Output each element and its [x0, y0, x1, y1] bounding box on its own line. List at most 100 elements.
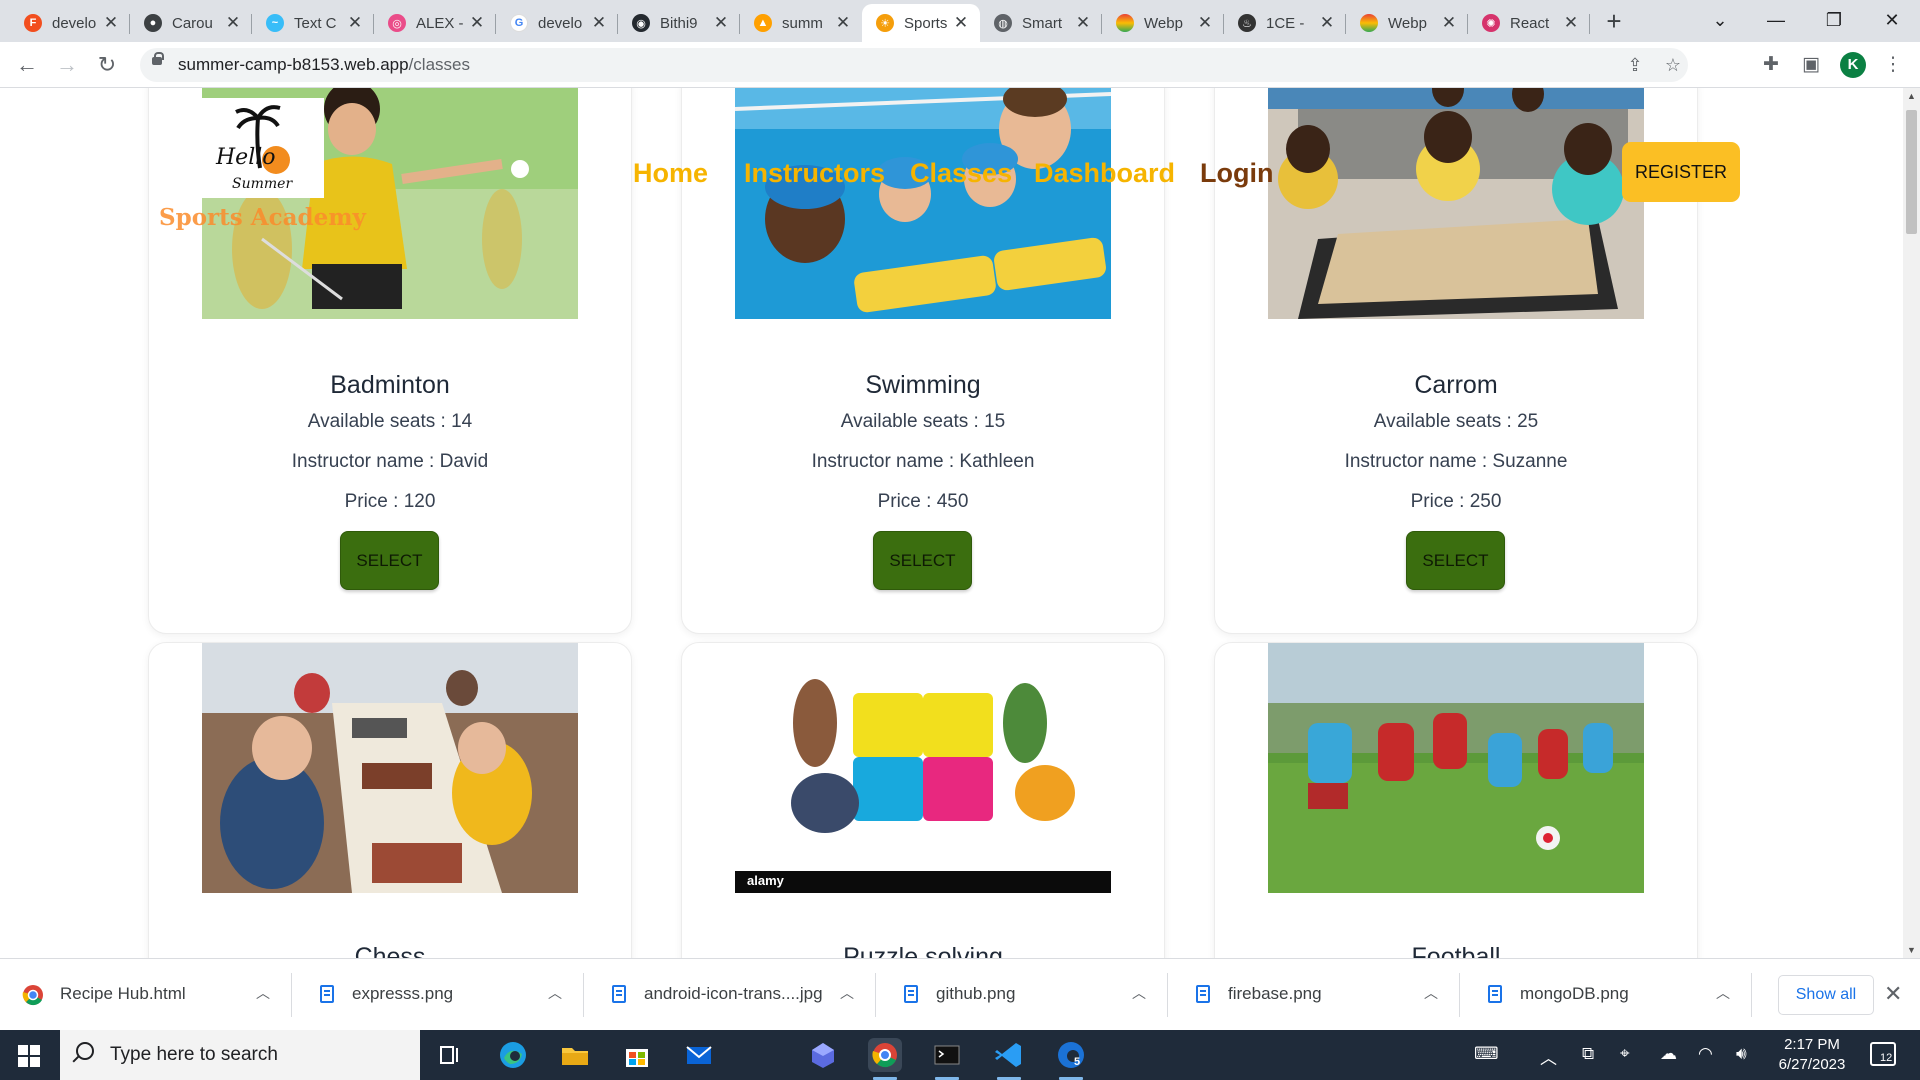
show-all-button[interactable]: Show all — [1778, 975, 1874, 1015]
browser-tab[interactable]: ♨ 1CE - ✕ — [1224, 4, 1346, 42]
nav-instructors[interactable]: Instructors — [744, 158, 885, 189]
chevron-up-icon[interactable]: ︿ — [548, 983, 562, 1003]
windows-start-icon[interactable] — [18, 1045, 40, 1067]
lock-icon[interactable] — [152, 52, 164, 65]
nav-home[interactable]: Home — [633, 158, 708, 189]
device-icon[interactable]: ⧉ — [1582, 1044, 1594, 1064]
vscode-icon[interactable] — [992, 1038, 1026, 1080]
scroll-down-arrow-icon[interactable]: ▼ — [1903, 942, 1920, 958]
page-scrollbar[interactable]: ▲ ▼ — [1903, 88, 1920, 958]
system-clock[interactable]: 2:17 PM 6/27/2023 — [1772, 1035, 1852, 1075]
chevron-up-icon[interactable]: ︿ — [256, 983, 270, 1003]
browser-tab[interactable]: ◉ Bithi9 ✕ — [618, 4, 740, 42]
terminal-icon[interactable] — [930, 1038, 964, 1080]
edge-dev-icon[interactable]: 5 — [1054, 1038, 1088, 1080]
select-button[interactable]: SELECT — [340, 531, 439, 590]
tab-title: Webp — [1388, 14, 1427, 32]
keyboard-icon[interactable]: ⌨ — [1474, 1044, 1499, 1064]
register-button[interactable]: REGISTER — [1622, 142, 1740, 202]
select-button[interactable]: SELECT — [1406, 531, 1505, 590]
close-icon[interactable]: ✕ — [1562, 13, 1580, 33]
volume-icon[interactable]: 🔊︎ — [1736, 1044, 1747, 1064]
nav-login[interactable]: Login — [1200, 158, 1273, 189]
nav-dashboard[interactable]: Dashboard — [1034, 158, 1175, 189]
class-card: Chess — [148, 642, 632, 958]
taskbar-search-box[interactable]: Type here to search — [60, 1030, 420, 1080]
file-explorer-icon[interactable] — [558, 1038, 592, 1072]
mail-icon[interactable] — [682, 1038, 716, 1072]
close-icon[interactable]: ✕ — [224, 13, 242, 33]
tab-title: Carou — [172, 14, 213, 32]
profile-avatar[interactable]: K — [1840, 52, 1866, 78]
brand-name[interactable]: Sports Academy — [159, 204, 366, 231]
window-close-icon[interactable]: ✕ — [1864, 0, 1920, 42]
minimize-icon[interactable]: — — [1748, 0, 1804, 42]
notification-icon[interactable]: 12 — [1870, 1042, 1896, 1066]
browser-tab[interactable]: ◍ Smart ✕ — [980, 4, 1102, 42]
chevron-up-icon[interactable]: ︿ — [840, 983, 854, 1003]
close-icon[interactable]: ✕ — [834, 13, 852, 33]
browser-tab-active[interactable]: ☀ Sports ✕ — [862, 4, 980, 42]
share-icon[interactable]: ⇪ — [1624, 54, 1646, 76]
browser-tab[interactable]: ▲ summ ✕ — [740, 4, 862, 42]
download-item[interactable]: github.png ︿ — [876, 959, 1168, 1031]
back-arrow-icon[interactable]: ← — [12, 50, 42, 80]
close-icon[interactable]: ✕ — [1440, 13, 1458, 33]
side-panel-icon[interactable]: ▣ — [1798, 52, 1824, 78]
wifi-icon[interactable]: ◠ — [1698, 1044, 1713, 1064]
extensions-puzzle-icon[interactable]: ✚ — [1758, 52, 1784, 78]
browser-tab[interactable]: Webp ✕ — [1102, 4, 1224, 42]
browser-tab[interactable]: ✺ React ✕ — [1468, 4, 1590, 42]
chevron-up-icon[interactable]: ︿ — [1132, 983, 1146, 1003]
chevron-up-icon[interactable]: ︿ — [1540, 1044, 1557, 1069]
tab-search-chevron-icon[interactable]: ⌄ — [1692, 0, 1748, 42]
onedrive-cloud-icon[interactable]: ☁ — [1660, 1044, 1677, 1064]
forward-arrow-icon[interactable]: → — [52, 50, 82, 80]
close-icon[interactable]: ✕ — [102, 13, 120, 33]
close-icon[interactable]: ✕ — [1074, 13, 1092, 33]
scrollbar-thumb[interactable] — [1906, 110, 1917, 234]
address-bar[interactable]: summer-camp-b8153.web.app/classes ☆ ⇪ — [140, 48, 1688, 82]
close-icon[interactable]: ✕ — [952, 13, 970, 33]
star-icon[interactable]: ☆ — [1662, 54, 1684, 76]
browser-tab[interactable]: Webp ✕ — [1346, 4, 1468, 42]
browser-tab[interactable]: ~ Text C ✕ — [252, 4, 374, 42]
reload-icon[interactable]: ↻ — [92, 50, 122, 80]
chevron-up-icon[interactable]: ︿ — [1424, 983, 1438, 1003]
available-seats: Available seats : 15 — [840, 411, 1006, 432]
download-item[interactable]: expresss.png ︿ — [292, 959, 584, 1031]
scroll-up-arrow-icon[interactable]: ▲ — [1903, 88, 1920, 104]
download-item[interactable]: Recipe Hub.html ︿ — [0, 959, 292, 1031]
download-filename: github.png — [936, 984, 1016, 1003]
browser-tab[interactable]: ● Carou ✕ — [130, 4, 252, 42]
download-item[interactable]: firebase.png ︿ — [1168, 959, 1460, 1031]
nav-classes[interactable]: Classes — [910, 158, 1012, 189]
instructor-name: Instructor name : Kathleen — [811, 451, 1035, 472]
download-item[interactable]: android-icon-trans....jpg ︿ — [584, 959, 876, 1031]
browser-tab[interactable]: ◎ ALEX - ✕ — [374, 4, 496, 42]
close-icon[interactable]: ✕ — [468, 13, 486, 33]
more-menu-icon[interactable]: ⋮ — [1880, 52, 1906, 78]
close-icon[interactable]: ✕ — [590, 13, 608, 33]
new-tab-button[interactable]: + — [1598, 6, 1630, 38]
chrome-taskbar-icon[interactable] — [868, 1038, 902, 1080]
close-icon[interactable]: ✕ — [712, 13, 730, 33]
maximize-icon[interactable]: ❐ — [1806, 0, 1862, 42]
chevron-up-icon[interactable]: ︿ — [1716, 983, 1730, 1003]
close-icon[interactable]: ✕ — [1318, 13, 1336, 33]
input-indicator-icon[interactable]: ⌖ — [1620, 1044, 1630, 1064]
close-icon[interactable]: ✕ — [1196, 13, 1214, 33]
edge-icon[interactable] — [496, 1038, 530, 1072]
download-item[interactable]: mongoDB.png ︿ — [1460, 959, 1752, 1031]
close-icon[interactable]: ✕ — [346, 13, 364, 33]
class-name: Badminton — [330, 371, 450, 399]
site-logo[interactable]: Hello Summer — [202, 98, 324, 198]
copilot-icon[interactable] — [806, 1038, 840, 1072]
microsoft-store-icon[interactable] — [620, 1038, 654, 1072]
task-view-icon[interactable] — [432, 1038, 468, 1072]
download-filename: android-icon-trans....jpg — [644, 984, 823, 1003]
browser-tab[interactable]: G develo ✕ — [496, 4, 618, 42]
browser-tab[interactable]: F develo ✕ — [10, 4, 130, 42]
close-icon[interactable]: ✕ — [1884, 981, 1902, 1007]
select-button[interactable]: SELECT — [873, 531, 972, 590]
